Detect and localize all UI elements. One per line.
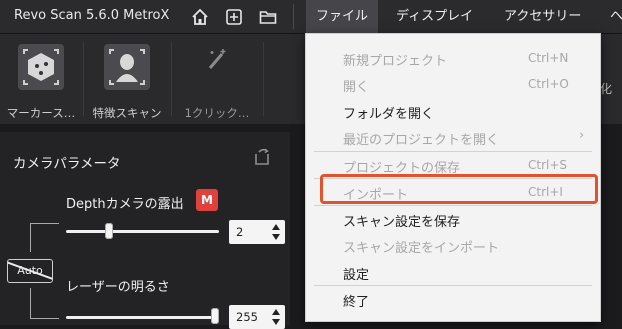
marker-scan-button[interactable]: マーカース…: [0, 34, 82, 124]
menu-item-new-project[interactable]: 新規プロジェクト Ctrl+N: [306, 45, 600, 71]
stepper-value: 255: [236, 310, 258, 324]
tool-label: 1クリック…: [184, 106, 250, 120]
menu-item-label: 設定: [343, 268, 370, 283]
menu-display[interactable]: ディスプレイ: [388, 0, 481, 33]
menu-item-exit[interactable]: 終了: [306, 286, 600, 312]
home-icon[interactable]: [190, 7, 210, 27]
stepper-down-icon[interactable]: [272, 234, 280, 240]
laser-brightness-slider-track[interactable]: [66, 316, 219, 319]
feature-scan-button[interactable]: 特徴スキャン: [84, 34, 170, 124]
laser-brightness-stepper[interactable]: 255: [229, 305, 285, 329]
tool-label: 特徴スキャン: [92, 106, 162, 120]
camera-parameters-panel: カメラパラメータ Depthカメラの露出 M 2 Auto レーザーの明るさ 2…: [0, 132, 290, 329]
menu-item-label: フォルダを開く: [343, 107, 435, 122]
one-click-button[interactable]: 1クリック…: [172, 34, 262, 124]
link-bracket-top: [30, 223, 59, 252]
laser-brightness-label: レーザーの明るさ: [66, 280, 170, 295]
menu-item-label: スキャン設定を保存: [343, 215, 461, 230]
menu-item-import-scan-settings[interactable]: スキャン設定をインポート: [306, 232, 600, 258]
app-title: Revo Scan 5.6.0 MetroX: [14, 8, 170, 23]
depth-exposure-slider-thumb[interactable]: [105, 223, 114, 239]
menu-item-open[interactable]: 開く Ctrl+O: [306, 71, 600, 97]
menu-item-recent-projects[interactable]: 最近のプロジェクトを開く ›: [306, 124, 600, 150]
import-highlight-box: [320, 174, 598, 204]
auto-toggle-button[interactable]: Auto: [7, 259, 53, 283]
marker-scan-icon: [18, 44, 64, 90]
menu-file[interactable]: ファイル: [306, 0, 378, 33]
menu-item-label: 最近のプロジェクトを開く: [343, 133, 500, 148]
menu-item-open-folder[interactable]: フォルダを開く: [306, 98, 600, 124]
menu-item-label: 開く: [343, 80, 370, 95]
tool-label-partial: 化: [600, 82, 613, 96]
depth-exposure-stepper[interactable]: 2: [229, 220, 285, 244]
stepper-down-icon[interactable]: [272, 319, 280, 325]
menu-accessories[interactable]: アクセサリー: [496, 0, 589, 33]
depth-exposure-label: Depthカメラの露出: [66, 197, 184, 212]
stepper-up-icon[interactable]: [272, 224, 280, 230]
menu-help[interactable]: ヘ: [602, 0, 622, 33]
menu-item-shortcut: Ctrl+N: [528, 51, 569, 65]
menu-item-label: スキャン設定をインポート: [343, 241, 500, 256]
stepper-up-icon[interactable]: [272, 309, 280, 315]
stepper-value: 2: [236, 225, 244, 239]
titlebar-divider: [293, 4, 294, 29]
menu-item-label: 新規プロジェクト: [343, 54, 448, 69]
menu-item-save-scan-settings[interactable]: スキャン設定を保存: [306, 206, 600, 232]
menu-item-settings[interactable]: 設定: [306, 259, 600, 285]
feature-scan-icon: [104, 44, 150, 90]
panel-title: カメラパラメータ: [13, 156, 121, 172]
new-project-icon[interactable]: [224, 7, 244, 27]
link-bracket-bottom: [30, 288, 59, 319]
magic-wand-icon: [208, 49, 226, 69]
title-bar: Revo Scan 5.6.0 MetroX ファイル ディスプレイ アクセサリ…: [0, 0, 622, 34]
tool-label: マーカース…: [6, 106, 76, 120]
menu-item-shortcut: Ctrl+O: [528, 77, 569, 91]
depth-exposure-slider-track[interactable]: [66, 230, 219, 233]
folder-icon[interactable]: [258, 7, 278, 27]
reset-icon[interactable]: [252, 146, 274, 168]
manual-mode-badge[interactable]: M: [196, 189, 218, 211]
submenu-chevron-icon: ›: [579, 128, 585, 143]
menu-item-label: 終了: [343, 295, 370, 310]
toolbar-divider: [263, 42, 264, 116]
menu-item-shortcut: Ctrl+S: [528, 158, 568, 172]
laser-brightness-slider-thumb[interactable]: [211, 308, 219, 324]
